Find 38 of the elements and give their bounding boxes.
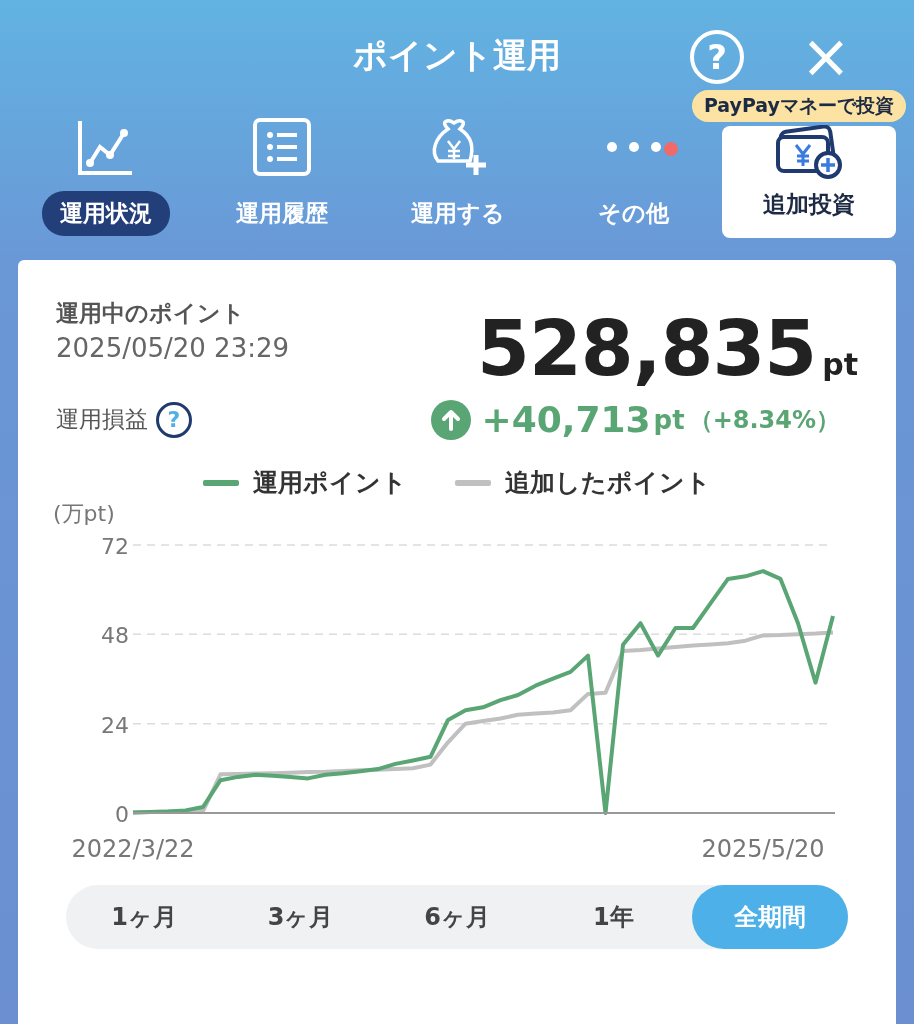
- points-value: 528,835: [477, 304, 817, 393]
- period-tab[interactable]: 全期間: [691, 885, 849, 949]
- close-button[interactable]: ×: [796, 26, 856, 86]
- list-icon: [251, 117, 312, 177]
- tab[interactable]: 運用履歴: [194, 112, 370, 260]
- y-tick-label: 24: [101, 712, 129, 738]
- y-tick-label: 72: [101, 534, 129, 559]
- points-label: 運用中のポイント: [56, 299, 246, 328]
- tab[interactable]: 運用状況: [18, 112, 194, 260]
- points-unit: pt: [822, 347, 858, 382]
- period-tab[interactable]: 3ヶ月: [222, 885, 379, 949]
- tab[interactable]: 運用する: [369, 112, 546, 260]
- legend-label: 運用ポイント: [253, 467, 407, 499]
- tab-label: その他: [597, 199, 671, 228]
- profit-unit: pt: [653, 404, 685, 435]
- tab-card[interactable]: 追加投資: [721, 126, 896, 238]
- tab-label: 追加投資: [761, 190, 856, 219]
- axis-unit-label: (万pt): [53, 501, 115, 526]
- period-tab[interactable]: 1年: [535, 885, 692, 949]
- profit-value: +40,713: [481, 399, 651, 440]
- wallet-plus-icon: [773, 125, 844, 181]
- tab-label: 運用状況: [42, 191, 170, 236]
- legend-label: 追加したポイント: [505, 467, 711, 499]
- screen-title: ポイント運用: [353, 34, 561, 77]
- profit-label: 運用損益: [56, 405, 148, 434]
- tab-label: 運用する: [409, 199, 506, 228]
- promo-badge: PayPayマネーで投資: [691, 90, 906, 122]
- help-button[interactable]: ?: [690, 30, 744, 84]
- period-tab[interactable]: 1ヶ月: [66, 885, 223, 949]
- y-tick-label: 48: [101, 623, 129, 649]
- period-tab[interactable]: 6ヶ月: [378, 885, 536, 949]
- x-tick-label: 2025/5/20: [701, 835, 825, 863]
- tab-label: 運用履歴: [234, 199, 329, 228]
- timestamp: 2025/05/20 23:29: [56, 333, 290, 363]
- x-tick-label: 2022/3/22: [71, 835, 195, 863]
- help-button[interactable]: ?: [156, 401, 192, 438]
- profit-percent: （+8.34%）: [688, 404, 840, 436]
- y-tick-label: 0: [115, 802, 129, 827]
